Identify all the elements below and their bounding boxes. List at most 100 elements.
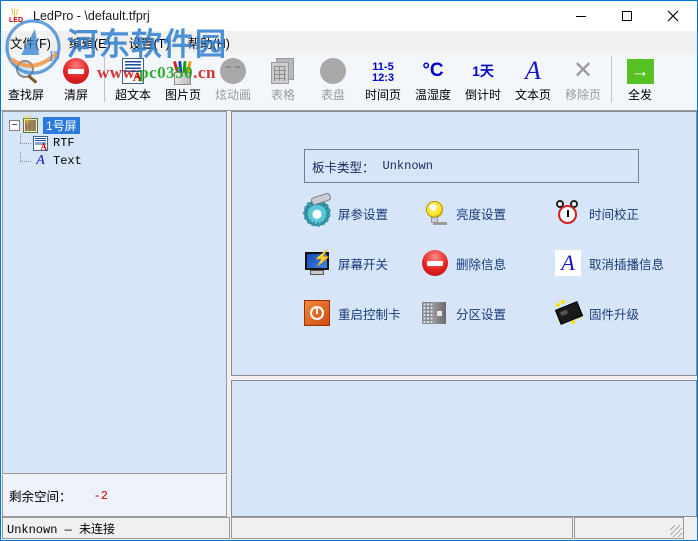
card-type-field: 板卡类型： Unknown	[304, 149, 639, 183]
screen-switch-button[interactable]: ⚡ 屏幕开关	[304, 250, 422, 276]
action-label: 分区设置	[456, 307, 507, 322]
tree-expander-icon[interactable]: −	[9, 119, 20, 131]
log-panel[interactable]	[231, 380, 697, 517]
toolbar-label: 全发	[627, 88, 652, 102]
text-a-icon: A	[36, 153, 45, 168]
screen-params-button[interactable]: 屏参设置	[304, 200, 422, 226]
chip-icon	[554, 300, 584, 326]
toolbar-label: 查找屏	[7, 88, 44, 102]
toolbar-label: 图片页	[164, 88, 201, 102]
brightness-button[interactable]: 亮度设置	[422, 200, 555, 226]
tree-item-screen-1[interactable]: − \|/ 1号屏	[3, 114, 226, 134]
time-correction-button[interactable]: 时间校正	[555, 200, 684, 226]
app-led-icon: \|/ LED	[9, 7, 27, 25]
no-entry-icon	[422, 250, 448, 276]
action-label: 屏参设置	[338, 207, 389, 222]
menu-edit[interactable]: 编辑(E)	[60, 31, 120, 54]
tree-guide-line	[20, 143, 32, 144]
toolbar-label: 表格	[270, 88, 295, 102]
rich-text-document-icon: A	[116, 55, 150, 87]
toolbar-label: 表盘	[320, 88, 345, 102]
send-arrow-glyph: →	[626, 58, 654, 84]
restart-card-button[interactable]: 重启控制卡	[304, 300, 422, 326]
remove-x-glyph: ✕	[572, 57, 594, 84]
right-pane: 板卡类型： Unknown 屏参设置 亮度设置 时间校正 ⚡ 屏幕开关 删除信息…	[231, 111, 697, 517]
send-all-arrow-icon: →	[623, 55, 657, 87]
action-label: 屏幕开关	[338, 257, 389, 272]
toolbar-button-temperature[interactable]: °C 温湿度	[408, 53, 458, 109]
tree-guide-line	[20, 161, 32, 162]
toolbar-separator	[104, 56, 105, 102]
menu-file[interactable]: 文件(F)	[1, 31, 60, 54]
status-right	[574, 517, 684, 539]
screen-tree[interactable]: − \|/ 1号屏 RTF A Text	[2, 111, 227, 474]
tree-guide-line	[20, 134, 21, 143]
action-label: 重启控制卡	[338, 307, 401, 322]
toolbar-button-find-screen[interactable]: 查找屏	[1, 53, 51, 109]
toolbar-button-table[interactable]: 表格	[258, 53, 308, 109]
toolbar-label: 时间页	[364, 88, 401, 102]
toolbar-button-clear-screen[interactable]: 清屏	[51, 53, 101, 109]
celsius-icon: °C	[416, 55, 450, 87]
toolbar-label: 炫动画	[214, 88, 251, 102]
toolbar-button-text-page[interactable]: A 文本页	[508, 53, 558, 109]
status-connection-text: Unknown — 未连接	[7, 522, 116, 537]
device-control-panel: 板卡类型： Unknown 屏参设置 亮度设置 时间校正 ⚡ 屏幕开关 删除信息…	[231, 111, 697, 376]
countdown-icon: 1天	[466, 55, 500, 87]
firmware-upgrade-button[interactable]: 固件升级	[554, 300, 684, 326]
toolbar-label: 移除页	[564, 88, 601, 102]
toolbar-button-time-page[interactable]: 11-5 12:3 时间页	[358, 53, 408, 109]
tree-guide-line	[20, 152, 21, 161]
status-bar: Unknown — 未连接	[2, 517, 697, 539]
action-label: 删除信息	[456, 257, 507, 272]
maximize-button[interactable]	[604, 1, 650, 31]
partition-button[interactable]: 分区设置	[422, 300, 555, 326]
window-title: LedPro - \default.tfprj	[33, 9, 150, 23]
toolbar-button-image-page[interactable]: 图片页	[158, 53, 208, 109]
close-button[interactable]	[650, 1, 696, 31]
monitor-power-icon: ⚡	[304, 250, 332, 276]
cancel-insert-button[interactable]: 取消插播信息	[555, 250, 684, 276]
minimize-button[interactable]	[558, 1, 604, 31]
toolbar-label: 温湿度	[414, 88, 451, 102]
gear-wrench-icon	[304, 200, 330, 226]
tree-item-rtf[interactable]: RTF	[3, 134, 226, 152]
sparkle-icon: \|/	[23, 114, 32, 125]
left-pane: − \|/ 1号屏 RTF A Text 剩余空间： -2	[2, 111, 227, 517]
toolbar-button-countdown[interactable]: 1天 倒计时	[458, 53, 508, 109]
card-type-label: 板卡类型：	[312, 160, 375, 175]
close-icon	[667, 10, 679, 22]
toolbar-label: 倒计时	[464, 88, 501, 102]
toolbar-separator	[611, 56, 612, 102]
toolbar-label: 文本页	[514, 88, 551, 102]
menu-settings[interactable]: 设置(T)	[120, 31, 179, 54]
time-icon-line2: 12:3	[371, 71, 395, 84]
table-icon	[266, 55, 300, 87]
led-rays-icon: \|/	[11, 7, 19, 17]
tree-item-text[interactable]: A Text	[3, 152, 226, 170]
action-label: 固件升级	[589, 307, 640, 322]
remaining-space-label: 剩余空间：	[9, 490, 72, 504]
countdown-glyph: 1天	[472, 63, 494, 79]
resize-grip-icon[interactable]	[670, 525, 682, 537]
remaining-space-value: -2	[93, 488, 108, 503]
power-restart-icon	[304, 300, 330, 326]
clock-text-icon: 11-5 12:3	[366, 55, 400, 87]
celsius-glyph: °C	[422, 60, 444, 81]
menu-bar: 文件(F) 编辑(E) 设置(T) 帮助(H)	[1, 31, 697, 53]
dial-icon	[316, 55, 350, 87]
card-type-value: Unknown	[382, 159, 433, 173]
menu-help[interactable]: 帮助(H)	[179, 31, 239, 54]
toolbar-button-send-all[interactable]: → 全发	[615, 53, 665, 109]
alarm-clock-icon	[555, 200, 581, 226]
magnifier-icon	[9, 55, 43, 87]
toolbar-button-rich-text[interactable]: A 超文本	[108, 53, 158, 109]
maximize-icon	[622, 11, 632, 21]
toolbar-button-dial[interactable]: 表盘	[308, 53, 358, 109]
toolbar-button-animation[interactable]: 炫动画	[208, 53, 258, 109]
toolbar-button-remove-page[interactable]: ✕ 移除页	[558, 53, 608, 109]
pen-cup-icon	[166, 55, 200, 87]
action-grid: 屏参设置 亮度设置 时间校正 ⚡ 屏幕开关 删除信息 A 取消插播信息 重启控制…	[304, 200, 684, 326]
delete-info-button[interactable]: 删除信息	[422, 250, 555, 276]
led-text-icon: LED	[9, 17, 23, 24]
